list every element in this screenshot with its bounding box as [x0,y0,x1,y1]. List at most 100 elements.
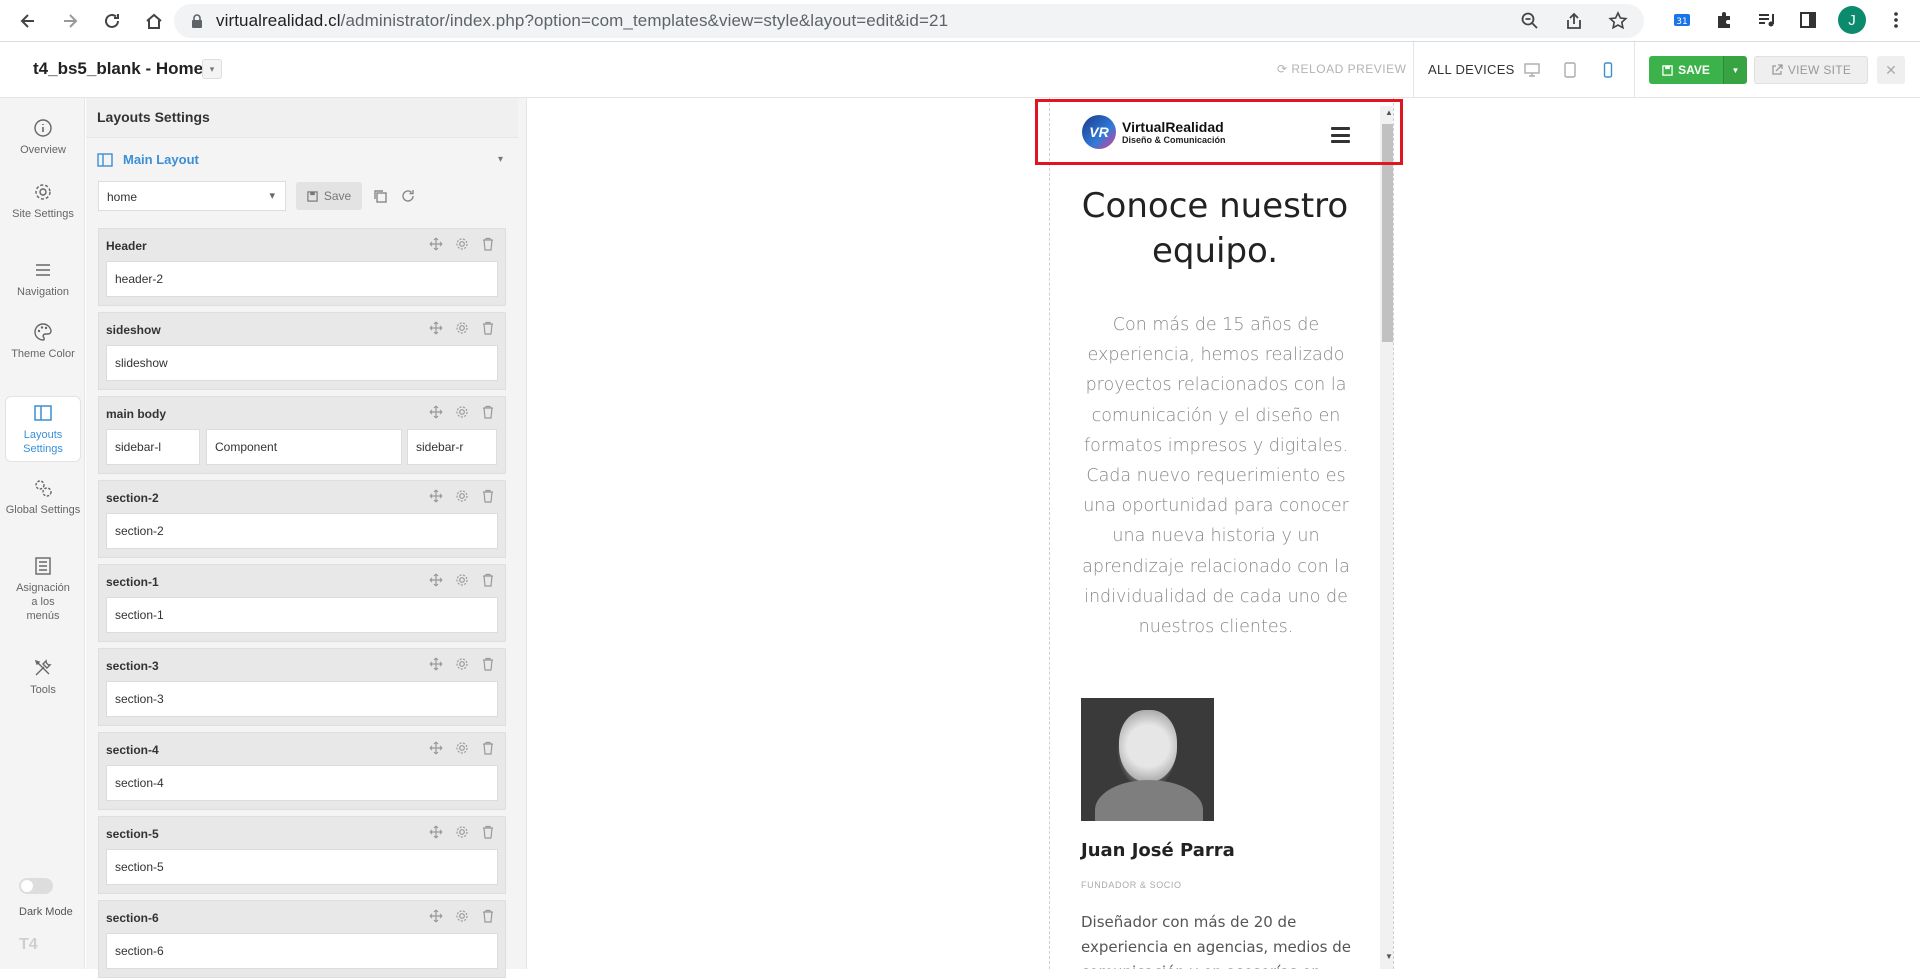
sidebar-item-overview[interactable]: Overview [5,118,81,157]
move-icon[interactable] [429,573,443,592]
move-icon[interactable] [429,489,443,508]
view-site-button[interactable]: VIEW SITE [1754,56,1868,84]
trash-icon[interactable] [481,741,495,760]
highlight-box [1035,99,1403,165]
back-icon[interactable] [14,7,42,35]
layout-select[interactable]: home [98,181,286,211]
address-bar[interactable]: virtualrealidad.cl/administrator/index.p… [174,4,1644,38]
layout-section[interactable]: section-6 section-6 [98,900,506,978]
sidebar-item-layouts-settings[interactable]: Layouts Settings [5,396,81,462]
chevron-down-icon[interactable]: ▾ [498,154,503,165]
reload-preview-button[interactable]: ⟳ RELOAD PREVIEW [1277,62,1406,76]
layout-section[interactable]: Header header-2 [98,228,506,306]
layout-save-label: Save [323,189,352,203]
gear-icon[interactable] [455,909,469,928]
section-block[interactable]: section-2 [106,513,498,549]
media-queue-icon[interactable] [1754,8,1778,32]
palette-icon [34,323,52,341]
gear-icon[interactable] [455,489,469,508]
list-icon [35,557,51,575]
layout-section[interactable]: main body sidebar-l Component sidebar-r [98,396,506,474]
layout-section[interactable]: section-1 section-1 [98,564,506,642]
settings-sidebar: Overview Site Settings Navigation Theme … [0,98,85,969]
profile-avatar[interactable]: J [1838,6,1866,34]
move-icon[interactable] [429,321,443,340]
layout-section[interactable]: section-4 section-4 [98,732,506,810]
info-icon [34,119,52,137]
move-icon[interactable] [429,825,443,844]
sidebar-item-navigation[interactable]: Navigation [5,260,81,299]
section-block[interactable]: slideshow [106,345,498,381]
move-icon[interactable] [429,405,443,424]
trash-icon[interactable] [481,237,495,256]
gear-icon[interactable] [455,657,469,676]
home-icon[interactable] [140,7,168,35]
refresh-icon[interactable] [400,188,416,204]
section-block[interactable]: sidebar-l [106,429,200,465]
trash-icon[interactable] [481,489,495,508]
mobile-icon[interactable] [1600,62,1616,78]
trash-icon[interactable] [481,657,495,676]
share-icon[interactable] [1562,9,1586,33]
sidebar-item-menu-assignment[interactable]: Asignación a los menús [5,556,81,623]
section-name: section-6 [106,911,159,925]
trash-icon[interactable] [481,405,495,424]
section-name: main body [106,407,167,421]
section-block[interactable]: section-3 [106,681,498,717]
tablet-icon[interactable] [1562,62,1578,78]
layout-save-button[interactable]: Save [296,182,362,210]
bookmark-star-icon[interactable] [1606,9,1630,33]
move-icon[interactable] [429,237,443,256]
reload-icon[interactable] [98,7,126,35]
trash-icon[interactable] [481,909,495,928]
gear-icon[interactable] [455,237,469,256]
extension-translate-icon[interactable]: 31 [1670,8,1694,32]
move-icon[interactable] [429,741,443,760]
section-block[interactable]: header-2 [106,261,498,297]
chrome-menu-icon[interactable] [1884,8,1908,32]
side-panel-icon[interactable] [1796,8,1820,32]
layout-section[interactable]: section-2 section-2 [98,480,506,558]
section-block[interactable]: section-1 [106,597,498,633]
section-name: section-5 [106,827,159,841]
save-button[interactable]: SAVE [1649,56,1723,84]
section-block[interactable]: section-5 [106,849,498,885]
trash-icon[interactable] [481,321,495,340]
section-block[interactable]: sidebar-r [407,429,497,465]
main-layout-toggle[interactable]: Main Layout [97,152,199,167]
gear-icon[interactable] [455,825,469,844]
section-block[interactable]: section-4 [106,765,498,801]
section-block[interactable]: section-6 [106,933,498,969]
copy-icon[interactable] [372,188,388,204]
save-dropdown-button[interactable]: ▼ [1723,56,1747,84]
layout-section[interactable]: section-3 section-3 [98,648,506,726]
layout-section[interactable]: section-5 section-5 [98,816,506,894]
sidebar-item-theme-color[interactable]: Theme Color [5,322,81,361]
section-name: Header [106,239,147,253]
close-icon[interactable]: ✕ [1877,56,1905,84]
forward-icon[interactable] [56,7,84,35]
dark-mode-toggle[interactable] [19,878,53,894]
trash-icon[interactable] [481,573,495,592]
gear-icon[interactable] [455,573,469,592]
desktop-icon[interactable] [1524,62,1540,78]
app-topbar: t4_bs5_blank - Home ▾ ⟳ RELOAD PREVIEW A… [0,42,1920,98]
trash-icon[interactable] [481,825,495,844]
move-icon[interactable] [429,657,443,676]
chevron-down-icon[interactable]: ▾ [202,59,222,79]
panel-scrollbar[interactable] [518,98,526,969]
layout-section[interactable]: sideshow slideshow [98,312,506,390]
extensions-puzzle-icon[interactable] [1712,8,1736,32]
zoom-icon[interactable] [1518,9,1542,33]
scroll-down-icon[interactable]: ▼ [1385,952,1393,961]
gear-icon[interactable] [455,741,469,760]
sidebar-item-tools[interactable]: Tools [5,658,81,697]
gear-icon[interactable] [455,405,469,424]
move-icon[interactable] [429,909,443,928]
divider [1413,42,1414,98]
sidebar-item-global-settings[interactable]: Global Settings [5,478,81,517]
gear-icon[interactable] [455,321,469,340]
menu-icon [36,264,50,276]
sidebar-item-site-settings[interactable]: Site Settings [5,182,81,221]
section-block[interactable]: Component [206,429,402,465]
